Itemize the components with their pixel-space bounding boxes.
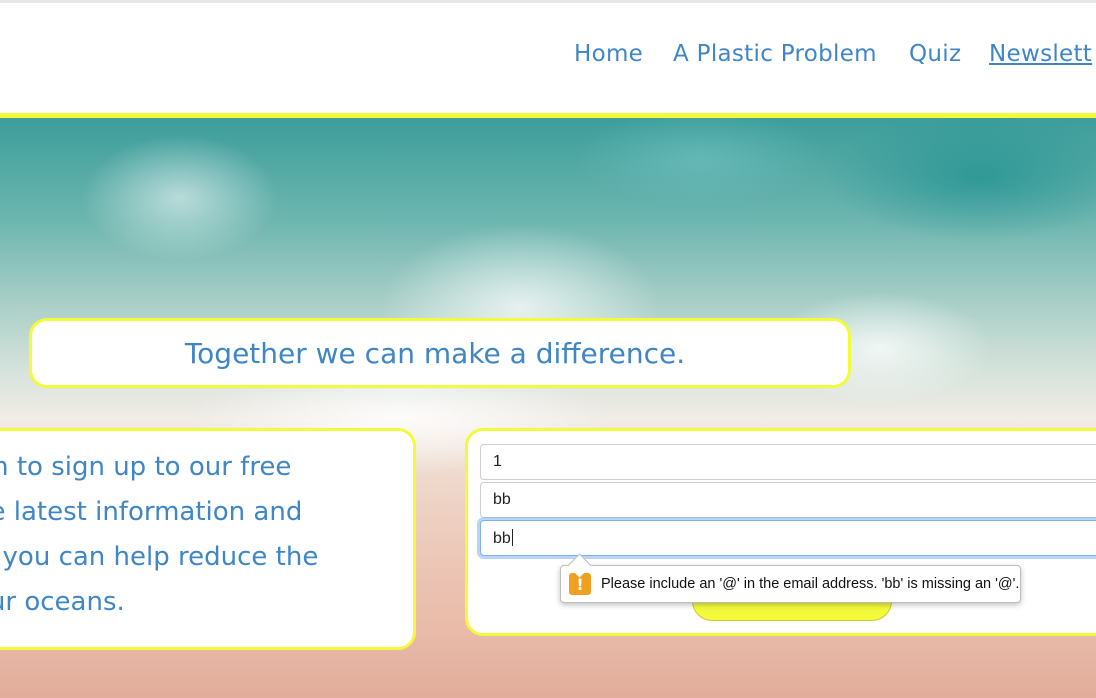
validation-tooltip: ! Please include an '@' in the email add… <box>560 565 1021 603</box>
intro-card: rm to sign up to our free he latest info… <box>0 428 416 650</box>
warning-icon: ! <box>569 573 591 595</box>
second-input[interactable]: bb <box>480 482 1096 518</box>
first-input-value: 1 <box>493 453 502 470</box>
nav-newsletter-link[interactable]: Newslett <box>989 41 1092 67</box>
email-input[interactable]: bb <box>480 520 1096 556</box>
main-nav: Home A Plastic Problem Quiz Newslett <box>0 41 1096 77</box>
email-input-value: bb <box>493 530 511 547</box>
nav-quiz-link[interactable]: Quiz <box>909 41 961 67</box>
intro-line: rm to sign up to our free <box>0 452 292 482</box>
first-input[interactable]: 1 <box>480 444 1096 480</box>
nav-plastic-problem-link[interactable]: A Plastic Problem <box>673 41 877 67</box>
top-border <box>0 0 1096 3</box>
intro-text: rm to sign up to our free he latest info… <box>0 445 433 625</box>
signup-form: 1 bb bb <box>465 428 1096 636</box>
tagline-banner: Together we can make a difference. <box>29 318 851 388</box>
intro-line: our oceans. <box>0 587 125 617</box>
intro-line: w you can help reduce the <box>0 542 319 572</box>
tagline-text: Together we can make a difference. <box>184 336 686 370</box>
second-input-value: bb <box>493 491 511 508</box>
text-caret <box>511 529 513 546</box>
validation-message: Please include an '@' in the email addre… <box>601 576 1020 592</box>
intro-line: he latest information and <box>0 497 303 527</box>
nav-home-link[interactable]: Home <box>574 41 643 67</box>
